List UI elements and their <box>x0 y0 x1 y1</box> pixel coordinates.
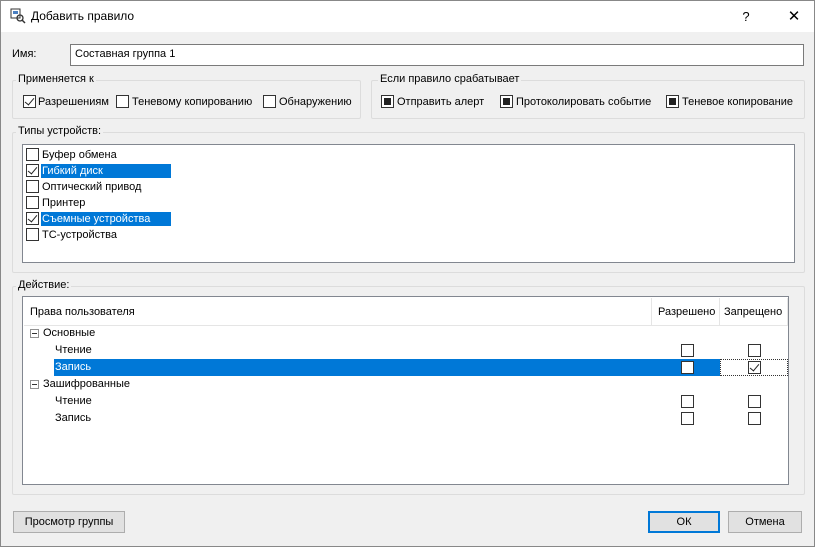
collapse-icon[interactable] <box>30 380 39 389</box>
tree-row-basic-write[interactable]: Запись <box>24 359 788 376</box>
on-trigger-label: Если правило срабатывает <box>378 73 522 85</box>
tree-group-basic[interactable]: Основные <box>24 325 788 342</box>
device-types-label: Типы устройств: <box>16 125 104 137</box>
applies-permissions-label: Разрешениям <box>38 96 109 108</box>
tree-row-basic-read[interactable]: Чтение <box>24 342 788 359</box>
allowed-checkbox[interactable] <box>681 395 694 408</box>
action-label: Действие: <box>16 279 72 291</box>
tree-row-encrypted-read[interactable]: Чтение <box>24 393 788 410</box>
add-rule-dialog: Добавить правило ? ✕ Имя: Составная груп… <box>0 0 815 547</box>
applies-shadow-copy-label: Теневому копированию <box>132 96 253 108</box>
send-alert-checkbox[interactable] <box>381 95 394 108</box>
window-title: Добавить правило <box>31 9 135 23</box>
applies-detection-label: Обнаружению <box>279 96 352 108</box>
device-types-list[interactable]: Буфер обмена Гибкий диск Оптический прив… <box>22 144 795 263</box>
denied-checkbox[interactable] <box>748 395 761 408</box>
log-event-checkbox[interactable] <box>500 95 513 108</box>
tree-row-label: Чтение <box>55 344 92 356</box>
allowed-checkbox[interactable] <box>681 344 694 357</box>
selection-highlight <box>54 359 788 376</box>
applies-to-label: Применяется к <box>16 73 96 85</box>
rights-tree-header: Права пользователя Разрешено Запрещено <box>24 298 788 326</box>
denied-checkbox[interactable] <box>748 361 761 374</box>
device-item-checkbox[interactable] <box>26 148 39 161</box>
ok-button[interactable]: ОК <box>648 511 720 533</box>
device-item-label: Оптический привод <box>42 181 142 193</box>
shadow-copy-label: Теневое копирование <box>682 96 793 108</box>
device-item-label: Гибкий диск <box>41 164 171 178</box>
column-divider <box>787 298 788 326</box>
device-item-label: Принтер <box>42 197 86 209</box>
device-item-checkbox[interactable] <box>26 196 39 209</box>
allowed-checkbox[interactable] <box>681 361 694 374</box>
name-label: Имя: <box>12 48 37 60</box>
column-header-denied[interactable]: Запрещено <box>724 306 782 318</box>
column-divider <box>719 298 720 326</box>
send-alert-label: Отправить алерт <box>397 96 485 108</box>
name-input-value: Составная группа 1 <box>75 48 176 60</box>
device-item-checkbox[interactable] <box>26 228 39 241</box>
applies-permissions-checkbox[interactable] <box>23 95 36 108</box>
tree-row-label: Запись <box>55 412 92 424</box>
device-item-checkbox[interactable] <box>26 212 39 225</box>
name-input[interactable]: Составная группа 1 <box>70 44 804 66</box>
tree-group-encrypted[interactable]: Зашифрованные <box>24 376 788 393</box>
log-event-label: Протоколировать событие <box>516 96 652 108</box>
device-item-label: Съемные устройства <box>41 212 171 226</box>
column-header-rights[interactable]: Права пользователя <box>30 306 135 318</box>
cancel-button[interactable]: Отмена <box>728 511 802 533</box>
device-item-label: Буфер обмена <box>42 149 117 161</box>
applies-detection-checkbox[interactable] <box>263 95 276 108</box>
tree-row-label: Чтение <box>55 395 92 407</box>
device-item-label: TC-устройства <box>42 229 117 241</box>
column-header-allowed[interactable]: Разрешено <box>658 306 715 318</box>
collapse-icon[interactable] <box>30 329 39 338</box>
tree-group-label: Основные <box>43 327 96 339</box>
denied-checkbox[interactable] <box>748 344 761 357</box>
view-group-button[interactable]: Просмотр группы <box>13 511 125 533</box>
close-button[interactable]: ✕ <box>777 4 811 30</box>
app-icon <box>10 8 26 24</box>
applies-shadow-copy-checkbox[interactable] <box>116 95 129 108</box>
device-item-checkbox[interactable] <box>26 164 39 177</box>
tree-row-label: Запись <box>55 361 92 373</box>
denied-checkbox[interactable] <box>748 412 761 425</box>
tree-group-label: Зашифрованные <box>43 378 131 390</box>
help-button[interactable]: ? <box>729 4 763 30</box>
device-item-checkbox[interactable] <box>26 180 39 193</box>
tree-row-encrypted-write[interactable]: Запись <box>24 410 788 427</box>
column-divider <box>651 298 652 326</box>
shadow-copy-checkbox[interactable] <box>666 95 679 108</box>
allowed-checkbox[interactable] <box>681 412 694 425</box>
rights-tree[interactable]: Права пользователя Разрешено Запрещено О… <box>22 296 789 485</box>
title-bar: Добавить правило ? ✕ <box>1 1 814 32</box>
